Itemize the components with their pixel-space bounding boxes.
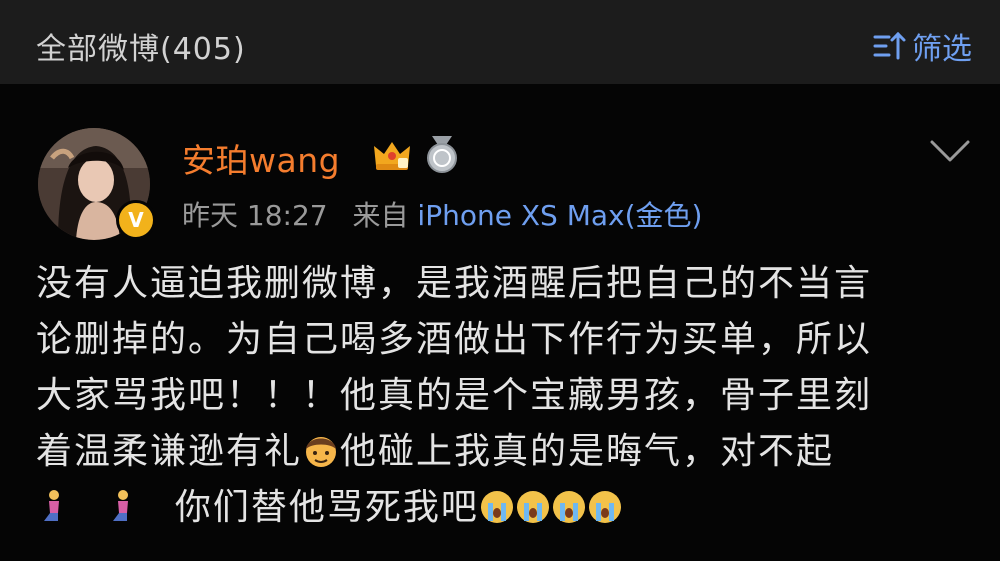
page-title: 全部微博(405) <box>36 32 246 67</box>
crying-face-emoji <box>588 491 621 523</box>
kneeling-woman-emoji <box>44 490 59 521</box>
crying-face-emoji <box>552 491 585 523</box>
crying-face-emoji <box>480 491 513 523</box>
content-line: 大家骂我吧！！！他真的是个宝藏男孩，骨子里刻 <box>36 375 873 416</box>
content-line: 你们替他骂死我吧 <box>36 480 986 536</box>
filter-button[interactable]: 筛选 <box>872 24 972 68</box>
kneeling-woman-emoji <box>113 490 129 521</box>
chevron-down-icon[interactable] <box>928 134 972 170</box>
content-line: 没有人逼迫我删微博，是我酒醒后把自己的不当言 <box>36 263 873 304</box>
avatar-container[interactable]: V <box>38 128 156 240</box>
content-text: 着温柔谦逊有礼 <box>36 431 303 472</box>
from-label: 来自 <box>352 199 409 232</box>
crying-face-emoji <box>516 491 549 523</box>
filter-label: 筛选 <box>912 32 972 67</box>
content-text: 他碰上我真的是晦气，对不起 <box>340 431 835 472</box>
silver-medal-icon <box>427 136 457 173</box>
content-text: 你们替他骂死我吧 <box>174 487 479 528</box>
content-line: 着温柔谦逊有礼 他碰上我真的是晦气，对不起 <box>36 424 986 480</box>
crown-vip-icon <box>374 142 410 170</box>
top-bar: 全部微博(405) 筛选 <box>0 0 1000 84</box>
username[interactable]: 安珀wang <box>182 134 340 182</box>
post-content: 没有人逼迫我删微博，是我酒醒后把自己的不当言 论删掉的。为自己喝多酒做出下作行为… <box>36 256 986 536</box>
post-time: 昨天 18:27 <box>182 199 328 232</box>
post-source-link[interactable]: iPhone XS Max(金色) <box>417 199 702 232</box>
boy-emoji <box>306 437 337 467</box>
content-line: 论删掉的。为自己喝多酒做出下作行为买单，所以 <box>36 319 873 360</box>
sort-filter-icon <box>873 31 906 60</box>
post-meta: 昨天 18:27 来自 iPhone XS Max(金色) <box>182 194 702 234</box>
verified-vip-badge: V <box>116 200 156 240</box>
